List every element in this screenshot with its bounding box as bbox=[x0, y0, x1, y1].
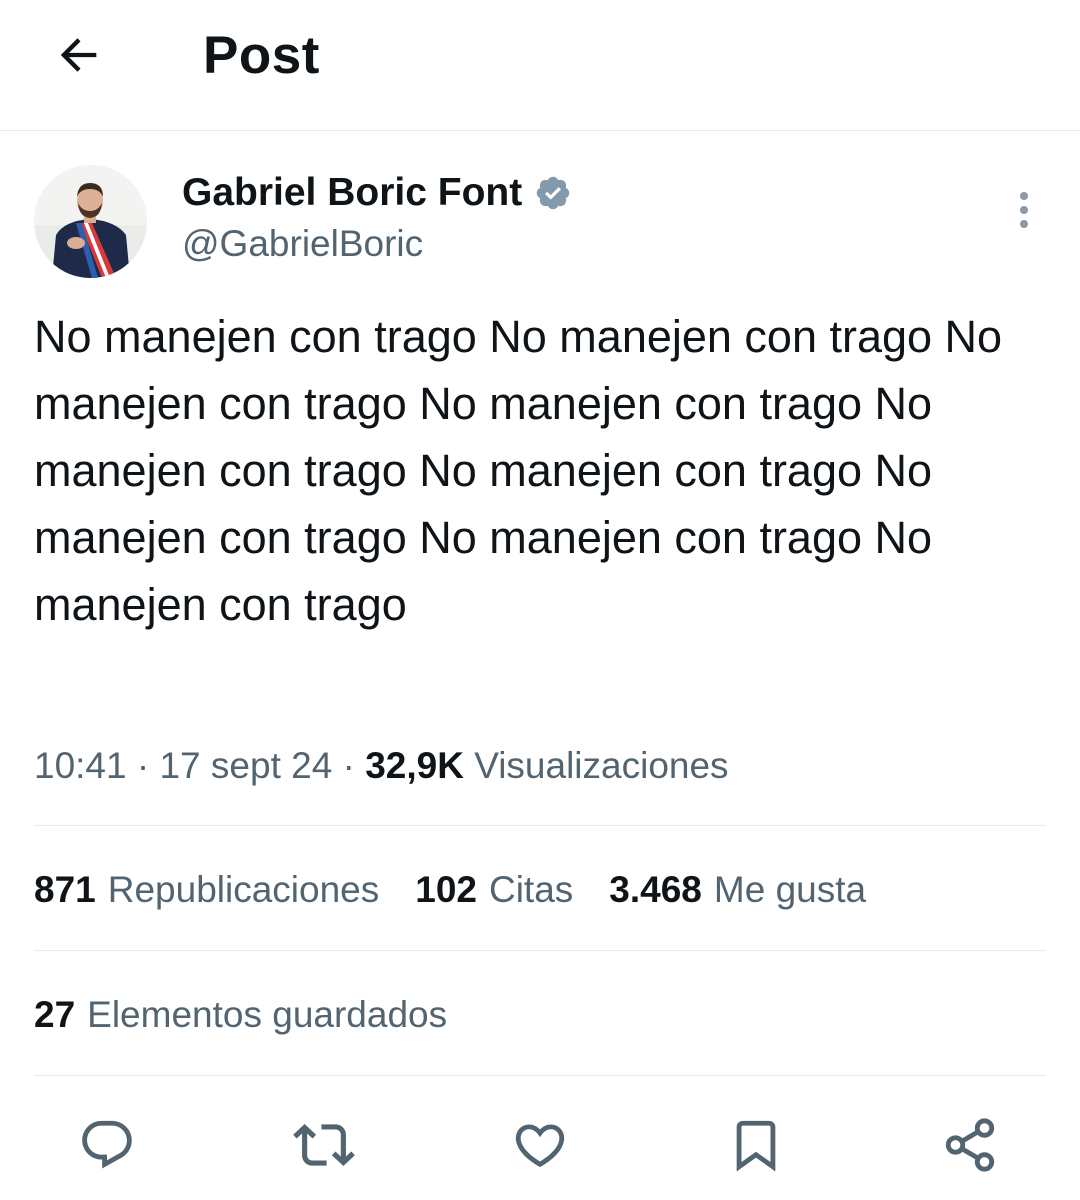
meta-separator: · bbox=[136, 745, 150, 786]
post-meta: 10:41 · 17 sept 24 · 32,9K Visualizacion… bbox=[34, 742, 729, 790]
arrow-left-icon bbox=[60, 38, 97, 72]
share-icon bbox=[945, 1118, 995, 1172]
verified-badge-icon[interactable] bbox=[534, 174, 572, 212]
repost-icon bbox=[293, 1124, 355, 1166]
bookmark-button[interactable] bbox=[721, 1110, 791, 1180]
meta-separator: · bbox=[342, 745, 355, 786]
like-button[interactable] bbox=[505, 1110, 575, 1180]
reply-icon bbox=[82, 1120, 132, 1169]
quotes-count: 102 bbox=[415, 869, 477, 910]
back-button[interactable] bbox=[48, 24, 110, 86]
divider bbox=[34, 950, 1046, 951]
avatar[interactable] bbox=[34, 165, 147, 278]
views-label: Visualizaciones bbox=[474, 745, 729, 786]
author-name[interactable]: Gabriel Boric Font bbox=[182, 170, 572, 216]
reposts-label: Republicaciones bbox=[107, 869, 380, 910]
more-vertical-icon bbox=[1020, 192, 1028, 228]
profile-photo bbox=[34, 165, 147, 278]
repost-button[interactable] bbox=[289, 1110, 359, 1180]
bookmarks-count: 27 bbox=[34, 994, 76, 1035]
likes-count: 3.468 bbox=[609, 869, 702, 910]
author-name-label: Gabriel Boric Font bbox=[182, 171, 523, 214]
more-options-button[interactable] bbox=[1004, 188, 1044, 232]
likes-stat[interactable]: 3.468 Me gusta bbox=[609, 866, 866, 914]
share-button[interactable] bbox=[935, 1110, 1005, 1180]
likes-label: Me gusta bbox=[713, 869, 867, 910]
bookmarks-stat[interactable]: 27 Elementos guardados bbox=[34, 991, 447, 1039]
engagement-stats: 871 Republicaciones 102 Citas 3.468 Me gust… bbox=[34, 866, 902, 914]
post-date: 17 sept 24 bbox=[159, 745, 333, 786]
reposts-count: 871 bbox=[34, 869, 96, 910]
page-title: Post bbox=[203, 26, 320, 85]
reposts-stat[interactable]: 871 Republicaciones bbox=[34, 866, 379, 914]
divider bbox=[34, 825, 1046, 826]
like-icon bbox=[515, 1124, 565, 1168]
post-time: 10:41 bbox=[34, 745, 127, 786]
bookmarks-label: Elementos guardados bbox=[87, 994, 448, 1035]
views-count: 32,9K bbox=[365, 745, 464, 786]
quotes-label: Citas bbox=[488, 869, 574, 910]
divider bbox=[34, 1075, 1046, 1076]
reply-button[interactable] bbox=[72, 1110, 142, 1180]
quotes-stat[interactable]: 102 Citas bbox=[415, 866, 573, 914]
author-handle[interactable]: @GabrielBoric bbox=[182, 222, 423, 266]
post-text: No manejen con trago No manejen con trag… bbox=[34, 311, 1003, 630]
top-bar: Post bbox=[0, 0, 1080, 131]
bookmark-icon bbox=[736, 1120, 776, 1172]
action-bar bbox=[0, 1110, 1080, 1180]
